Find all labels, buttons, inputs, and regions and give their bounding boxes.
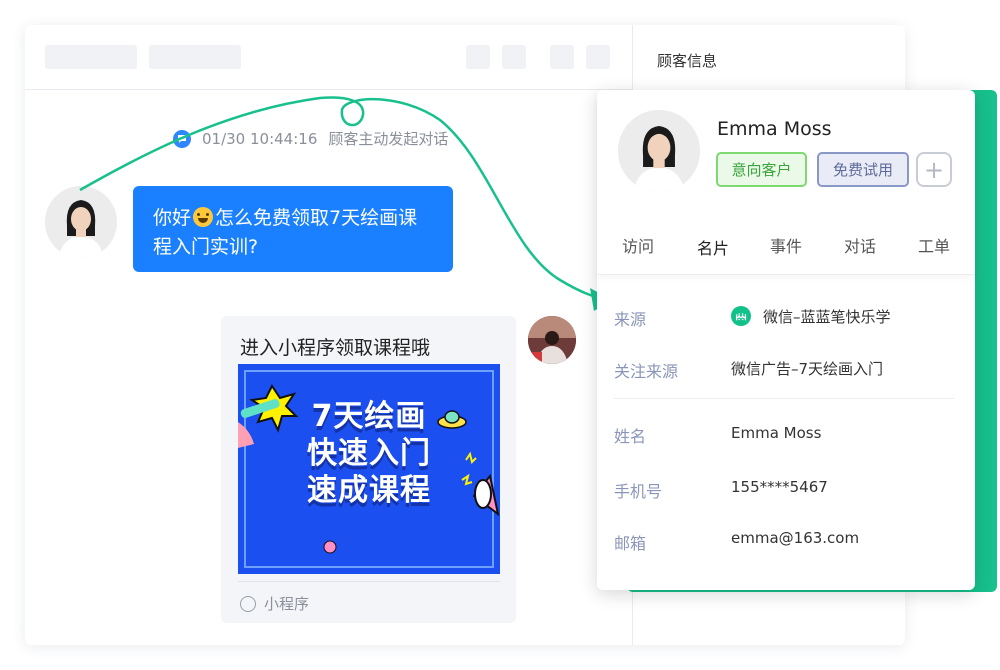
banner-line: 7天绘画 [311, 399, 427, 434]
mini-program-icon [240, 595, 256, 612]
field-divider [614, 398, 954, 399]
header-placeholder-title [45, 45, 137, 69]
tab-profile[interactable]: 名片 [697, 235, 729, 259]
name-label: 姓名 [614, 427, 647, 446]
email-label: 邮箱 [614, 534, 647, 553]
mini-program-card-title: 进入小程序领取课程哦 [240, 337, 431, 359]
email-value: emma@163.com [731, 529, 860, 547]
tag-intent-customer[interactable]: 意向客户 [716, 152, 807, 187]
message-timestamp: 01/30 10:44:16 [202, 129, 318, 148]
name-value: Emma Moss [731, 424, 822, 442]
follow-source-value: 微信广告–7天绘画入门 [731, 360, 884, 378]
grinning-face-icon [193, 207, 214, 227]
mini-program-card[interactable]: 进入小程序领取课程哦 7天绘画 快速入门 速成课程 小程序 [221, 316, 516, 623]
profile-header: Emma Moss 意向客户 免费试用 + 访问 名片 事件 对话 工单 [597, 90, 975, 275]
header-action-button[interactable] [586, 45, 610, 69]
banner-headline: 7天绘画 快速入门 速成课程 [238, 398, 500, 509]
tab-conversations[interactable]: 对话 [844, 233, 876, 257]
card-divider [238, 581, 500, 582]
source-value: 微信–蓝蓝笔快乐学 [763, 308, 891, 326]
chat-header [25, 25, 632, 90]
header-action-button[interactable] [502, 45, 526, 69]
tab-visits[interactable]: 访问 [622, 233, 654, 257]
banner-line: 快速入门 [307, 436, 431, 471]
phone-value: 155****5467 [731, 478, 828, 496]
side-panel-title: 顾客信息 [657, 52, 718, 70]
mini-program-footer: 小程序 [240, 593, 309, 614]
tag-free-trial[interactable]: 免费试用 [817, 152, 909, 187]
header-action-button[interactable] [466, 45, 490, 69]
system-message-text: 顾客主动发起对话 [328, 130, 449, 148]
customer-message-text-start: 你好 [153, 207, 192, 229]
profile-avatar[interactable] [618, 110, 700, 192]
tab-tickets[interactable]: 工单 [918, 233, 950, 257]
source-label: 来源 [614, 310, 647, 329]
banner-line: 速成课程 [307, 473, 431, 508]
profile-name: Emma Moss [717, 118, 832, 140]
chat-bubble-icon [173, 129, 191, 148]
header-action-button[interactable] [550, 45, 574, 69]
agent-avatar[interactable] [528, 316, 576, 364]
follow-source-label: 关注来源 [614, 362, 679, 381]
mini-program-banner: 7天绘画 快速入门 速成课程 [238, 364, 500, 574]
wechat-source-icon: ꗜ [731, 306, 751, 326]
header-placeholder-subtitle [149, 45, 241, 69]
tab-events[interactable]: 事件 [770, 233, 802, 257]
customer-avatar[interactable] [45, 186, 117, 258]
customer-profile-card: Emma Moss 意向客户 免费试用 + 访问 名片 事件 对话 工单 来源 … [597, 90, 975, 590]
mini-program-label: 小程序 [264, 595, 310, 613]
add-tag-button[interactable]: + [916, 152, 952, 187]
system-message: 01/30 10:44:16 顾客主动发起对话 [173, 128, 448, 149]
customer-message-bubble: 你好 怎么免费领取7天绘画课程入门实训? [133, 186, 453, 272]
phone-label: 手机号 [614, 482, 663, 501]
